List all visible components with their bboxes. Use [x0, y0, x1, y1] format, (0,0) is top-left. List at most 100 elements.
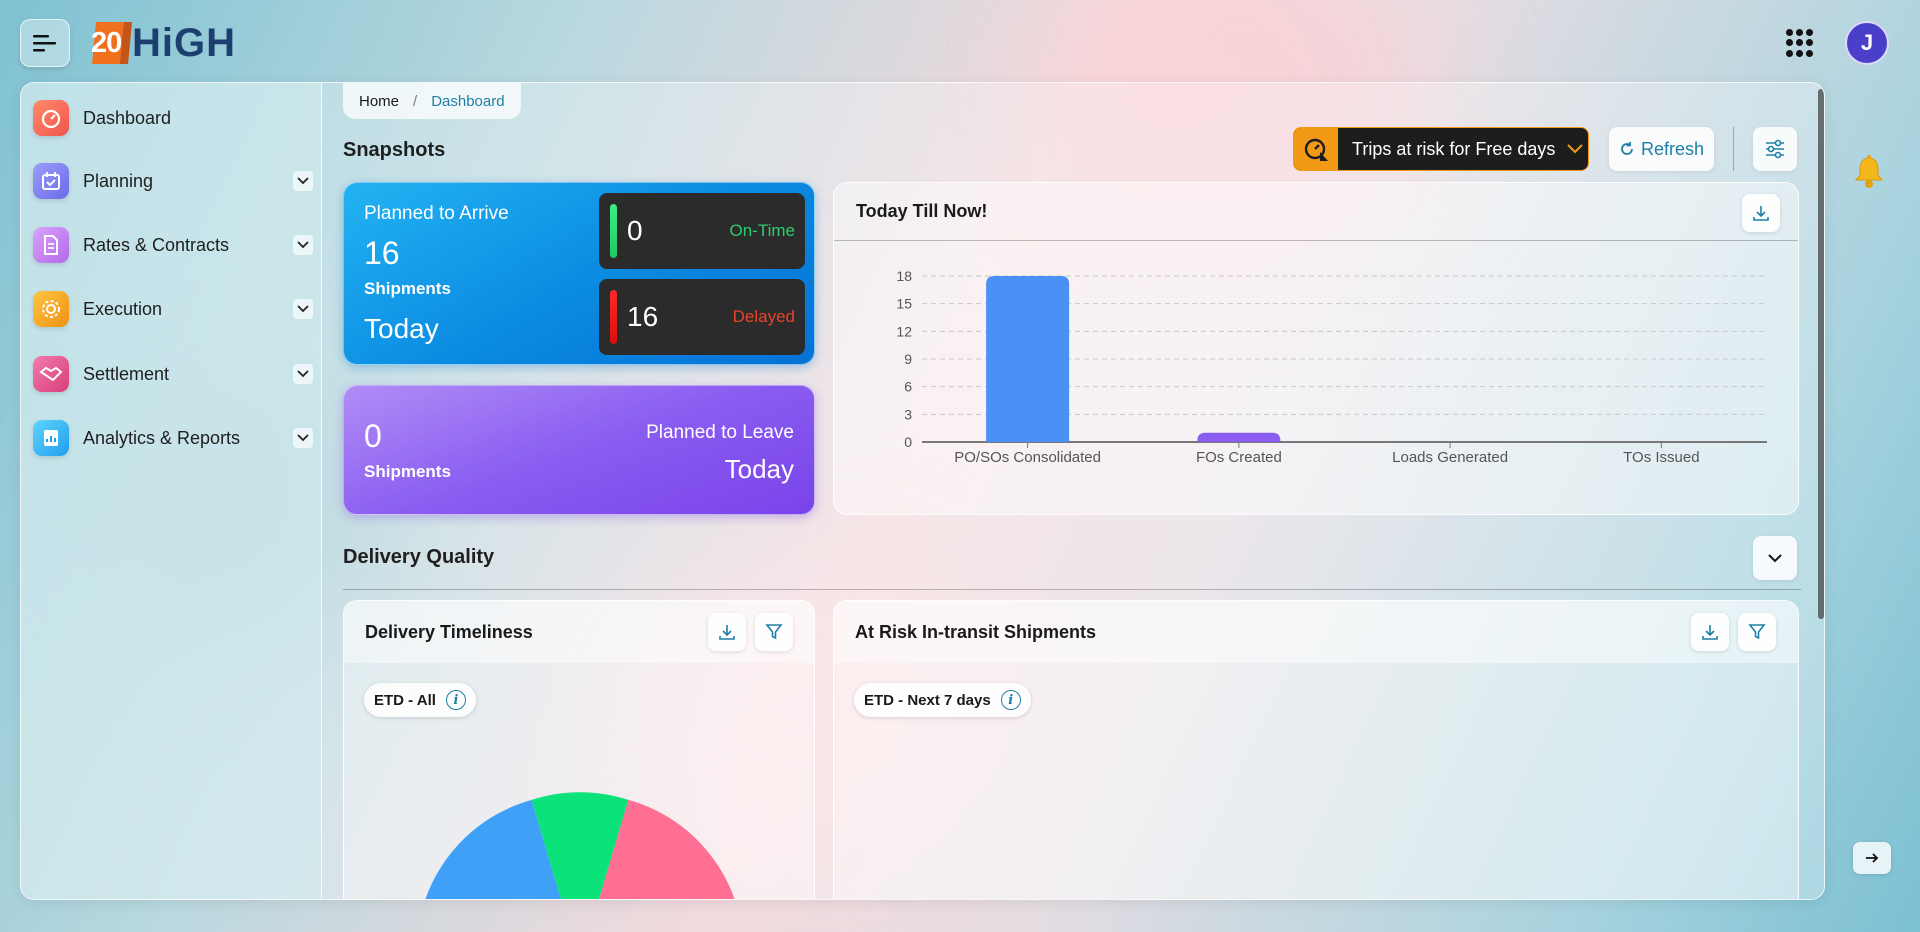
- chevron-down-icon[interactable]: [293, 171, 313, 191]
- delivery-quality-title: Delivery Quality: [343, 546, 495, 568]
- delivery-timeliness-title: Delivery Timeliness: [365, 621, 533, 642]
- x-tick-label: TOs Issued: [1623, 449, 1699, 466]
- sidebar-item-planning[interactable]: Planning: [33, 158, 313, 204]
- info-icon[interactable]: i: [1000, 690, 1021, 710]
- delivery-timeliness-card: Delivery Timeliness ETD - All i: [343, 600, 815, 899]
- timeliness-donut-chart: [425, 792, 735, 899]
- at-risk-shipments-card: At Risk In-transit Shipments ETD - Next …: [833, 600, 1799, 899]
- trips-dropdown-label: Trips at risk for Free days: [1352, 138, 1556, 159]
- handshake-icon: [33, 356, 69, 392]
- chart-header: Today Till Now!: [834, 183, 1798, 241]
- etd-filter-pill[interactable]: ETD - Next 7 days i: [854, 683, 1031, 717]
- breadcrumb-separator: /: [413, 92, 418, 110]
- sidebar-item-label: Rates & Contracts: [83, 234, 230, 255]
- on-time-value: 0: [627, 215, 643, 246]
- chevron-down-icon[interactable]: [293, 299, 313, 319]
- sidebar-item-label: Planning: [83, 170, 154, 191]
- pill-label: ETD - All: [374, 691, 436, 709]
- sidebar-item-analytics-reports[interactable]: Analytics & Reports: [33, 415, 313, 461]
- scrollbar[interactable]: [1818, 89, 1824, 619]
- toolbar-divider: [1733, 127, 1734, 171]
- arrive-period: Today: [364, 313, 439, 344]
- delayed-indicator: [610, 290, 617, 344]
- download-button[interactable]: [1691, 613, 1729, 651]
- leave-card-title: Planned to Leave: [646, 422, 794, 443]
- on-time-indicator: [610, 204, 617, 258]
- refresh-label: Refresh: [1640, 138, 1705, 159]
- planned-to-leave-card[interactable]: 0 Shipments Planned to Leave Today: [343, 385, 815, 515]
- arrow-right-icon: [1866, 853, 1879, 863]
- filter-icon: [1748, 624, 1766, 640]
- on-time-label: On-Time: [729, 221, 796, 240]
- sidebar-item-label: Settlement: [83, 363, 170, 384]
- leave-count: 0: [364, 418, 382, 454]
- filter-button[interactable]: [755, 613, 793, 651]
- card-header: At Risk In-transit Shipments: [834, 601, 1798, 663]
- on-time-stat[interactable]: 0 On-Time: [599, 193, 805, 269]
- settings-sliders-button[interactable]: [1753, 127, 1797, 171]
- chevron-down-icon[interactable]: [293, 428, 313, 448]
- arrive-card-title: Planned to Arrive: [364, 203, 509, 224]
- refresh-button[interactable]: Refresh: [1609, 127, 1714, 171]
- y-tick-label: 18: [896, 268, 912, 284]
- document-icon: [33, 227, 69, 263]
- leave-unit: Shipments: [364, 462, 451, 481]
- chevron-down-icon: [1567, 144, 1584, 154]
- arrive-count: 16: [364, 235, 400, 271]
- section-divider: [343, 589, 1801, 590]
- logo-badge: 20: [88, 20, 134, 66]
- menu-toggle-button[interactable]: [20, 19, 70, 67]
- x-tick-label: PO/SOs Consolidated: [954, 449, 1101, 466]
- expand-arrow-button[interactable]: [1853, 842, 1891, 874]
- filter-button[interactable]: [1738, 613, 1776, 651]
- download-button[interactable]: [708, 613, 746, 651]
- chevron-down-icon: [1768, 553, 1782, 562]
- refresh-icon: [1621, 142, 1633, 155]
- sidebar-item-dashboard[interactable]: Dashboard: [33, 95, 313, 141]
- y-tick-label: 6: [904, 379, 912, 395]
- info-icon[interactable]: i: [445, 690, 466, 710]
- alert-gauge-icon: [1294, 128, 1338, 170]
- y-tick-label: 12: [896, 323, 912, 339]
- x-tick-label: Loads Generated: [1392, 449, 1508, 466]
- breadcrumb: Home / Dashboard: [343, 83, 521, 119]
- bar-chart: 0 3 6 9 12 15 18 PO/SOs Consolidated FOs Created…: [896, 268, 1767, 466]
- sidebar-item-execution[interactable]: Execution: [33, 286, 313, 332]
- chevron-down-icon[interactable]: [293, 235, 313, 255]
- y-tick-label: 15: [896, 296, 912, 312]
- hamburger-icon: [33, 35, 56, 52]
- bar: [986, 276, 1070, 442]
- sidebar-item-label: Dashboard: [83, 107, 172, 128]
- calendar-check-icon: [33, 163, 69, 199]
- sidebar-item-settlement[interactable]: Settlement: [33, 351, 313, 397]
- collapse-section-button[interactable]: [1753, 536, 1797, 580]
- etd-filter-pill[interactable]: ETD - All i: [364, 683, 476, 717]
- sidebar: Dashboard Planning Rates & Contracts Exe…: [21, 83, 322, 899]
- x-tick-label: FOs Created: [1196, 449, 1282, 466]
- planned-to-arrive-card[interactable]: Planned to Arrive 16 Shipments Today 0 O…: [343, 182, 815, 365]
- chevron-down-icon[interactable]: [293, 364, 313, 384]
- y-tick-label: 3: [904, 406, 912, 422]
- download-icon: [1702, 625, 1718, 640]
- sliders-icon: [1766, 139, 1784, 159]
- sidebar-item-rates-contracts[interactable]: Rates & Contracts: [33, 222, 313, 268]
- breadcrumb-home-link[interactable]: Home: [359, 93, 399, 110]
- delayed-stat[interactable]: 16 Delayed: [599, 279, 805, 355]
- download-button[interactable]: [1742, 194, 1780, 232]
- trips-at-risk-dropdown[interactable]: Trips at risk for Free days: [1293, 127, 1589, 171]
- delayed-value: 16: [627, 301, 659, 332]
- arrive-unit: Shipments: [364, 279, 451, 298]
- sidebar-item-label: Execution: [83, 298, 163, 319]
- avatar[interactable]: J: [1845, 21, 1889, 65]
- breadcrumb-current[interactable]: Dashboard: [431, 93, 504, 110]
- snapshots-title: Snapshots: [343, 139, 446, 161]
- apps-grid-icon[interactable]: [1786, 29, 1814, 57]
- bar: [1197, 432, 1281, 442]
- app-logo[interactable]: 20 HiGH: [88, 20, 236, 66]
- pill-label: ETD - Next 7 days: [864, 691, 991, 709]
- filter-icon: [765, 624, 783, 640]
- notification-bell-icon[interactable]: [1853, 155, 1885, 194]
- chart-title: Today Till Now!: [856, 201, 988, 221]
- today-till-now-card: Today Till Now! 0 3 6 9 12 15 18 PO/SOs Consoli…: [833, 182, 1799, 515]
- logo-number: 20: [91, 27, 122, 59]
